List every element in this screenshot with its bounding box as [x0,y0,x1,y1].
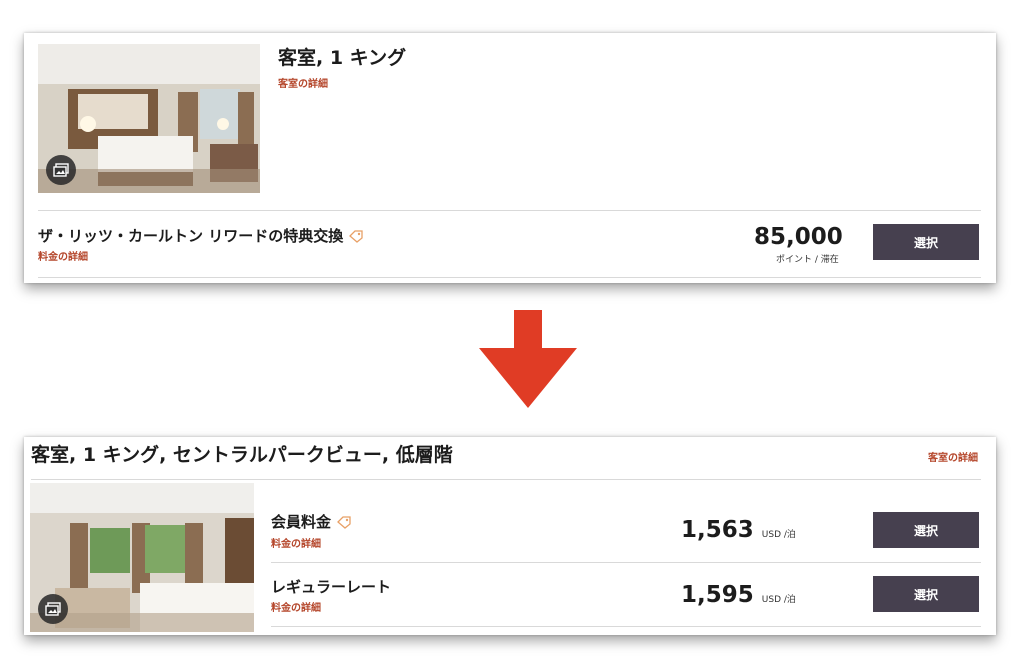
rate-name: ザ・リッツ・カールトン リワードの特典交換 [38,225,364,246]
gallery-icon [53,163,69,177]
divider [38,277,981,278]
rate-details-link[interactable]: 料金の詳細 [271,599,321,614]
room-title: 客室, 1 キング, セントラルパークビュー, 低層階 [31,444,453,466]
gallery-button[interactable] [38,594,68,624]
rate-price: 85,000 [754,224,843,250]
arrow-down-icon [479,310,577,408]
rate-price-unit: USD /泊 [761,595,796,605]
select-button[interactable]: 選択 [873,224,979,260]
tag-icon [337,515,351,529]
divider [31,479,981,480]
rate-price: 1,595 USD /泊 [681,582,796,608]
divider [271,626,981,627]
room-details-link[interactable]: 客室の詳細 [278,75,328,90]
room-photo[interactable] [38,44,260,193]
rate-name-text: レギュラーレート [271,578,392,596]
select-button[interactable]: 選択 [873,576,979,612]
room-card-before: 客室, 1 キング 客室の詳細 ザ・リッツ・カールトン リワードの特典交換 料金… [24,33,996,283]
gallery-icon [45,602,61,616]
room-photo[interactable] [30,483,254,632]
rate-price-unit: USD /泊 [761,530,796,540]
room-card-after: 客室, 1 キング, セントラルパークビュー, 低層階 客室の詳細 会員料金 料… [24,437,996,635]
tag-icon [349,229,363,243]
gallery-button[interactable] [46,155,76,185]
divider [271,562,981,563]
rate-details-link[interactable]: 料金の詳細 [38,248,88,263]
rate-price: 1,563 USD /泊 [681,517,796,543]
rate-name: レギュラーレート [271,576,391,597]
rate-price-value: 1,563 [681,517,754,543]
divider [38,210,981,211]
rate-name-text: 会員料金 [271,513,332,531]
room-details-link[interactable]: 客室の詳細 [928,449,978,464]
select-button[interactable]: 選択 [873,512,979,548]
room-title: 客室, 1 キング [278,47,407,69]
rate-price-unit: ポイント / 滞在 [776,255,839,265]
rate-name-text: ザ・リッツ・カールトン リワードの特典交換 [38,227,344,245]
rate-price-value: 1,595 [681,582,754,608]
rate-details-link[interactable]: 料金の詳細 [271,535,321,550]
rate-name: 会員料金 [271,511,352,532]
